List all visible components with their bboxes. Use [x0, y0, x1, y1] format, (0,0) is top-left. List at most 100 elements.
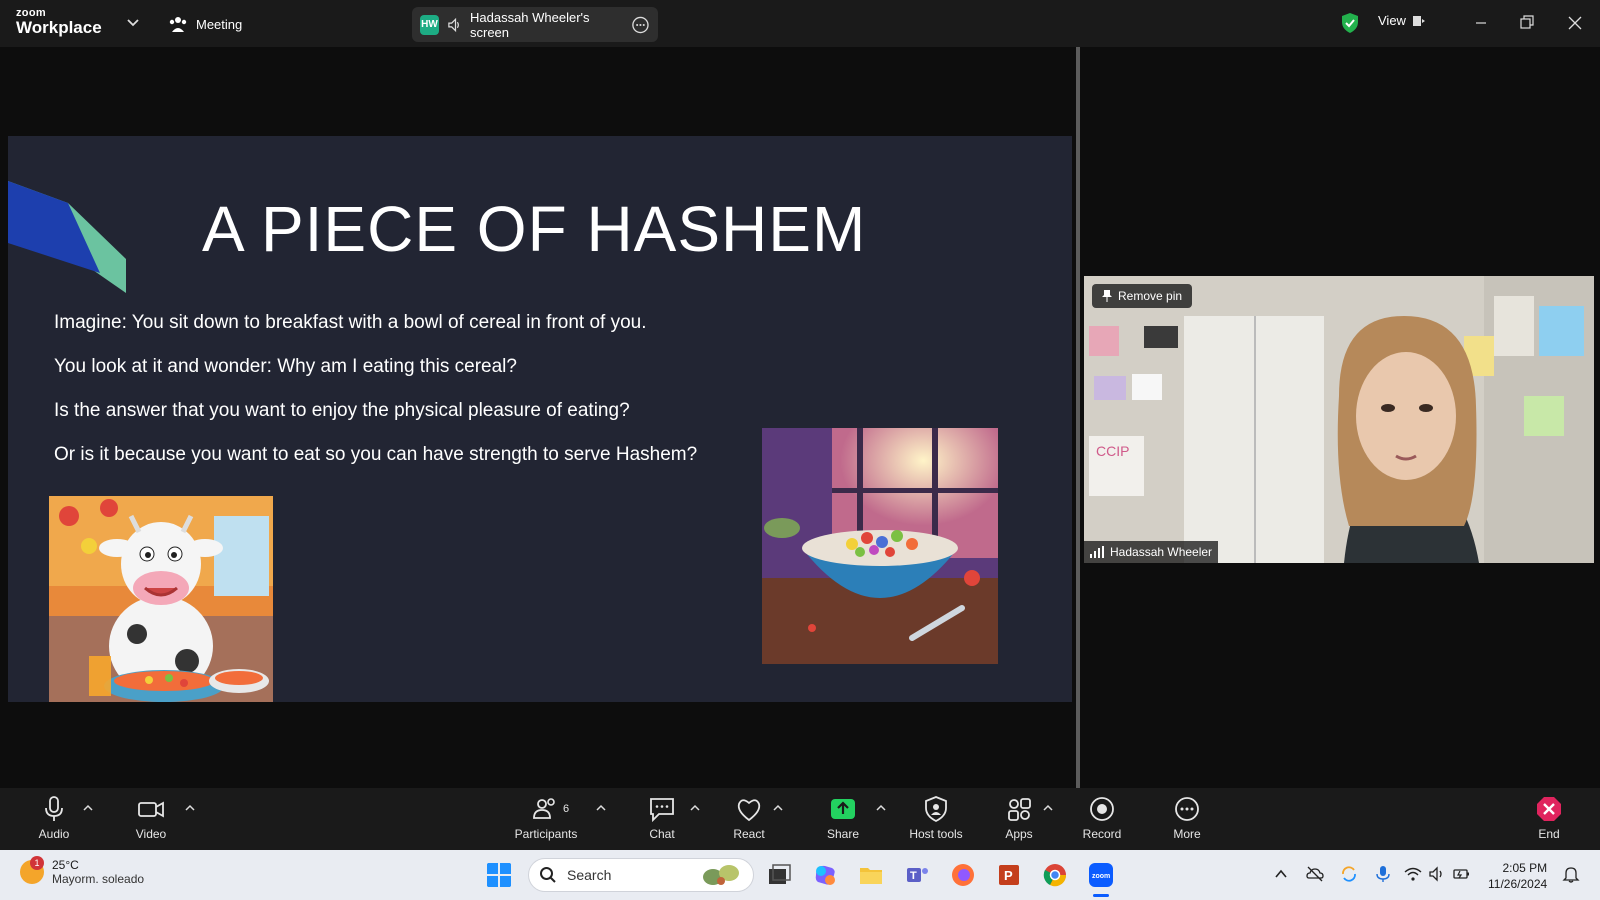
remove-pin-button[interactable]: Remove pin [1092, 284, 1193, 308]
end-call-icon [1537, 797, 1561, 821]
slide-text-line: Is the answer that you want to enjoy the… [54, 400, 630, 421]
host-tools-button[interactable]: Host tools [891, 794, 981, 846]
firefox-icon[interactable] [950, 862, 976, 888]
view-label: View [1378, 13, 1406, 28]
taskbar-search-box[interactable]: Search [528, 858, 754, 892]
video-label: Video [135, 827, 167, 841]
temperature: 25°C [52, 858, 79, 872]
video-camera-icon [138, 801, 164, 818]
audio-options-chevron-icon[interactable] [82, 802, 94, 814]
task-view-icon[interactable] [766, 862, 792, 888]
remove-pin-label: Remove pin [1118, 289, 1183, 303]
show-hidden-icons-chevron-icon[interactable] [1272, 865, 1290, 883]
more-dots-icon [1175, 797, 1199, 821]
participant-video-feed: CCIP [1084, 276, 1594, 563]
title-bar: zoom Workplace Meeting HW Hadassah Wheel… [0, 0, 1600, 47]
record-button[interactable]: Record [1057, 794, 1147, 846]
weather-widget[interactable]: 1 25°C Mayorm. soleado [20, 856, 145, 886]
participants-options-chevron-icon[interactable] [595, 802, 607, 814]
microphone-icon [45, 796, 63, 821]
sync-icon[interactable] [1340, 865, 1358, 883]
search-icon [540, 867, 556, 883]
participants-button[interactable]: Participants [501, 794, 591, 846]
clock-time: 2:05 PM [1502, 861, 1548, 875]
end-meeting-button[interactable]: End [1504, 794, 1594, 846]
weather-alert-badge: 1 [30, 856, 44, 870]
svg-text:P: P [1004, 868, 1013, 883]
apps-icon [1008, 798, 1031, 821]
clock-date: 11/26/2024 [1488, 877, 1548, 891]
logo-big-text: Workplace [16, 18, 102, 37]
battery-icon[interactable] [1452, 865, 1470, 883]
view-button[interactable]: View [1378, 13, 1426, 28]
shared-slide: A PIECE OF HASHEM Imagine: You sit down … [8, 136, 1072, 702]
notification-bell-icon[interactable] [1562, 865, 1580, 883]
slide-text-line: Imagine: You sit down to breakfast with … [54, 312, 647, 333]
copilot-icon[interactable] [812, 862, 838, 888]
slide-decoration-shape [8, 181, 126, 293]
more-button[interactable]: More [1142, 794, 1232, 846]
chevron-down-icon[interactable] [124, 14, 142, 32]
close-icon[interactable] [1564, 12, 1586, 34]
volume-icon[interactable] [1428, 865, 1446, 883]
more-options-icon[interactable] [631, 15, 650, 35]
participants-label: Participants [514, 827, 578, 841]
zoom-logo: zoom Workplace [16, 8, 102, 37]
cow-breakfast-image [49, 496, 273, 702]
active-app-indicator [1093, 894, 1109, 897]
host-shield-icon [925, 796, 947, 823]
microphone-tray-icon[interactable] [1374, 865, 1392, 883]
file-explorer-icon[interactable] [858, 862, 884, 888]
slide-text-line: You look at it and wonder: Why am I eati… [54, 356, 517, 377]
meeting-icon [169, 17, 187, 32]
powerpoint-icon[interactable]: P [996, 862, 1022, 888]
host-tools-label: Host tools [909, 827, 963, 841]
cereal-bowl-image [762, 428, 998, 664]
video-options-chevron-icon[interactable] [184, 802, 196, 814]
share-label: Share [826, 827, 860, 841]
speaker-icon[interactable] [447, 17, 462, 33]
windows-start-icon[interactable] [486, 862, 512, 888]
react-options-chevron-icon[interactable] [772, 802, 784, 814]
screen-share-indicator[interactable]: HW Hadassah Wheeler's screen [412, 7, 658, 42]
participant-name: Hadassah Wheeler [1110, 545, 1213, 559]
weather-sun-icon: 1 [20, 856, 44, 884]
view-layout-icon [1412, 15, 1425, 26]
minimize-icon[interactable] [1470, 12, 1492, 34]
search-highlight-icon [703, 865, 739, 885]
zoom-app-icon[interactable]: zoom [1088, 862, 1114, 888]
svg-text:CCIP: CCIP [1096, 443, 1129, 459]
restore-icon[interactable] [1516, 12, 1538, 34]
end-label: End [1538, 827, 1560, 841]
svg-text:zoom: zoom [1092, 873, 1110, 880]
apps-label: Apps [1005, 827, 1033, 841]
chrome-icon[interactable] [1042, 862, 1068, 888]
video-button[interactable]: Video [106, 794, 196, 846]
svg-text:T: T [910, 870, 917, 882]
record-label: Record [1082, 827, 1122, 841]
meeting-label: Meeting [196, 16, 243, 32]
chat-label: Chat [649, 827, 675, 841]
onedrive-icon[interactable] [1306, 865, 1324, 883]
presenter-badge: HW [420, 14, 439, 35]
chat-options-chevron-icon[interactable] [689, 802, 701, 814]
participant-video-tile[interactable]: CCIP Remove pin Hadassah Wheeler [1084, 276, 1594, 563]
encryption-shield-icon[interactable] [1340, 12, 1360, 34]
apps-options-chevron-icon[interactable] [1042, 802, 1054, 814]
participant-name-tag: Hadassah Wheeler [1084, 541, 1219, 563]
teams-icon[interactable]: T [904, 862, 930, 888]
panel-divider[interactable] [1076, 47, 1080, 788]
record-icon [1090, 797, 1114, 821]
weather-description: Mayorm. soleado [52, 872, 145, 886]
search-placeholder: Search [567, 867, 612, 883]
meeting-toolbar: Audio Video Participants 6 Chat React Sh… [0, 788, 1600, 850]
share-options-chevron-icon[interactable] [875, 802, 887, 814]
slide-text-line: Or is it because you want to eat so you … [54, 444, 698, 465]
signal-strength-icon [1090, 546, 1104, 558]
system-clock[interactable]: 2:05 PM 11/26/2024 [1488, 860, 1547, 892]
more-label: More [1173, 827, 1201, 841]
wifi-icon[interactable] [1404, 865, 1422, 883]
meeting-menu[interactable]: Meeting [168, 14, 242, 34]
windows-taskbar: 1 25°C Mayorm. soleado Search T P zoom 2… [0, 850, 1600, 900]
pin-icon [1102, 290, 1112, 302]
